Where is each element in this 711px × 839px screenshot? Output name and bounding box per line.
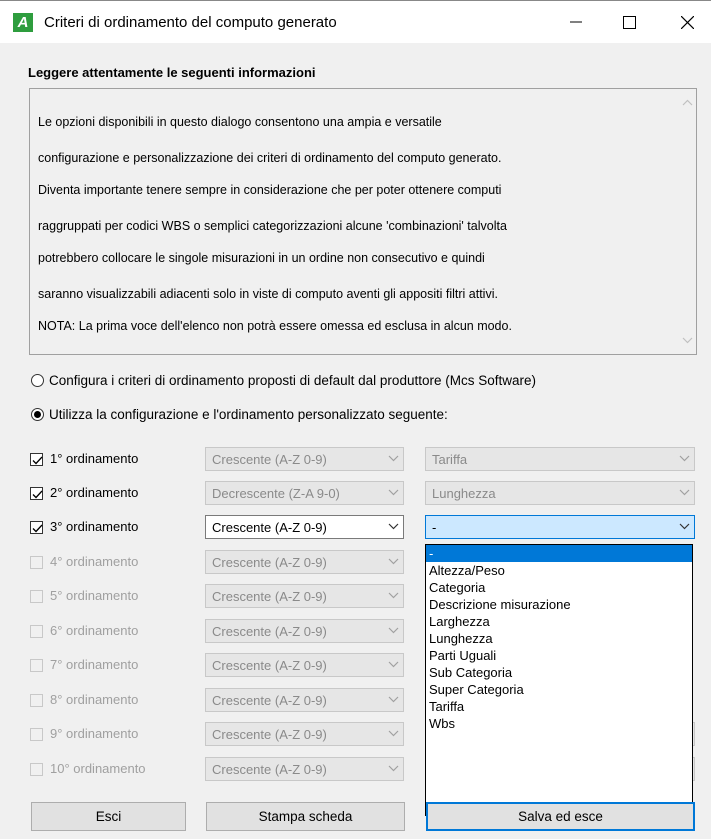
sort-row-label: 10° ordinamento — [50, 761, 146, 776]
app-logo-icon: A — [13, 13, 33, 32]
chevron-down-icon — [679, 489, 690, 496]
sort-row-checkbox[interactable] — [30, 487, 43, 500]
chevron-down-icon — [388, 558, 399, 565]
chevron-down-icon — [388, 765, 399, 772]
sort-row-checkbox[interactable] — [30, 625, 43, 638]
sort-row-checkbox[interactable] — [30, 453, 43, 466]
sort-row-2: 2° ordinamento Decrescente (Z-A 9-0) Lun… — [0, 478, 711, 510]
info-line: potrebbero collocare le singole misurazi… — [38, 251, 485, 265]
close-icon — [680, 15, 694, 29]
chevron-down-icon — [388, 627, 399, 634]
sort-row-checkbox[interactable] — [30, 763, 43, 776]
order-select[interactable]: Crescente (A-Z 0-9) — [205, 619, 404, 643]
sort-row-3: 3° ordinamento Crescente (A-Z 0-9) - — [0, 512, 711, 544]
info-line: Le opzioni disponibili in questo dialogo… — [38, 115, 442, 129]
sort-row-label: 6° ordinamento — [50, 623, 139, 638]
sort-row-1: 1° ordinamento Crescente (A-Z 0-9) Tarif… — [0, 444, 711, 476]
minimize-button[interactable] — [553, 1, 599, 43]
info-line: configurazione e personalizzazione dei c… — [38, 151, 502, 165]
scroll-down-icon[interactable] — [682, 336, 693, 344]
chevron-down-icon — [388, 661, 399, 668]
order-select[interactable]: Crescente (A-Z 0-9) — [205, 722, 404, 746]
dropdown-option[interactable]: Sub Categoria — [426, 664, 692, 681]
dropdown-option[interactable]: Descrizione misurazione — [426, 596, 692, 613]
checkmark-icon — [32, 456, 43, 465]
sort-row-label: 9° ordinamento — [50, 726, 139, 741]
sort-row-label: 4° ordinamento — [50, 554, 139, 569]
checkmark-icon — [32, 524, 43, 533]
chevron-down-icon — [388, 696, 399, 703]
print-sheet-button[interactable]: Stampa scheda — [206, 802, 405, 831]
order-select[interactable]: Crescente (A-Z 0-9) — [205, 550, 404, 574]
sort-row-label: 2° ordinamento — [50, 485, 139, 500]
chevron-down-icon — [388, 592, 399, 599]
scroll-up-icon[interactable] — [682, 99, 693, 107]
sort-row-checkbox[interactable] — [30, 521, 43, 534]
maximize-button[interactable] — [606, 1, 652, 43]
dropdown-option[interactable]: Categoria — [426, 579, 692, 596]
field-select-open[interactable]: - — [425, 515, 695, 539]
window-title: Criteri di ordinamento del computo gener… — [44, 14, 337, 31]
order-select[interactable]: Decrescente (Z-A 9-0) — [205, 481, 404, 505]
minimize-icon — [570, 21, 582, 23]
order-select[interactable]: Crescente (A-Z 0-9) — [205, 653, 404, 677]
dropdown-option[interactable]: Tariffa — [426, 698, 692, 715]
dropdown-option[interactable]: Altezza/Peso — [426, 562, 692, 579]
info-line: saranno visualizzabili adiacenti solo in… — [38, 287, 498, 301]
default-config-option[interactable]: Configura i criteri di ordinamento propo… — [31, 373, 536, 388]
field-select[interactable]: Tariffa — [425, 447, 695, 471]
exit-button[interactable]: Esci — [31, 802, 186, 831]
chevron-down-icon — [388, 730, 399, 737]
field-dropdown-list[interactable]: - Altezza/Peso Categoria Descrizione mis… — [425, 544, 693, 816]
sort-row-label: 8° ordinamento — [50, 692, 139, 707]
order-select[interactable]: Crescente (A-Z 0-9) — [205, 757, 404, 781]
sort-row-checkbox[interactable] — [30, 590, 43, 603]
sort-row-label: 5° ordinamento — [50, 588, 139, 603]
maximize-icon — [622, 15, 636, 29]
default-config-label: Configura i criteri di ordinamento propo… — [49, 373, 536, 388]
info-textbox[interactable]: Le opzioni disponibili in questo dialogo… — [29, 88, 697, 355]
dropdown-option[interactable]: Wbs — [426, 715, 692, 732]
dropdown-option[interactable]: Super Categoria — [426, 681, 692, 698]
dropdown-option[interactable]: Lunghezza — [426, 630, 692, 647]
sort-row-checkbox[interactable] — [30, 728, 43, 741]
chevron-down-icon — [388, 523, 399, 530]
info-line: Diventa importante tenere sempre in cons… — [38, 183, 502, 197]
custom-config-radio[interactable] — [31, 408, 44, 421]
chevron-down-icon — [388, 455, 399, 462]
chevron-down-icon — [388, 489, 399, 496]
info-line: raggruppati per codici WBS o semplici ca… — [38, 219, 507, 233]
info-scrollbar[interactable] — [679, 89, 696, 354]
title-bar: A Criteri di ordinamento del computo gen… — [0, 0, 711, 43]
dropdown-option[interactable]: - — [426, 545, 692, 562]
sort-row-label: 1° ordinamento — [50, 451, 139, 466]
info-heading: Leggere attentamente le seguenti informa… — [28, 65, 316, 80]
dropdown-option[interactable]: Parti Uguali — [426, 647, 692, 664]
save-and-exit-button[interactable]: Salva ed esce — [426, 802, 695, 831]
chevron-down-icon — [679, 523, 690, 530]
sort-row-checkbox[interactable] — [30, 694, 43, 707]
default-config-radio[interactable] — [31, 374, 44, 387]
close-button[interactable] — [664, 1, 710, 43]
field-select[interactable]: Lunghezza — [425, 481, 695, 505]
order-select[interactable]: Crescente (A-Z 0-9) — [205, 584, 404, 608]
custom-config-option[interactable]: Utilizza la configurazione e l'ordinamen… — [31, 407, 448, 422]
chevron-down-icon — [679, 455, 690, 462]
order-select[interactable]: Crescente (A-Z 0-9) — [205, 688, 404, 712]
order-select[interactable]: Crescente (A-Z 0-9) — [205, 515, 404, 539]
dropdown-option[interactable]: Larghezza — [426, 613, 692, 630]
sort-row-checkbox[interactable] — [30, 556, 43, 569]
sort-row-checkbox[interactable] — [30, 659, 43, 672]
sort-row-label: 7° ordinamento — [50, 657, 139, 672]
sort-row-label: 3° ordinamento — [50, 519, 139, 534]
info-line: NOTA: La prima voce dell'elenco non potr… — [38, 319, 512, 333]
custom-config-label: Utilizza la configurazione e l'ordinamen… — [49, 407, 448, 422]
checkmark-icon — [32, 490, 43, 499]
order-select[interactable]: Crescente (A-Z 0-9) — [205, 447, 404, 471]
